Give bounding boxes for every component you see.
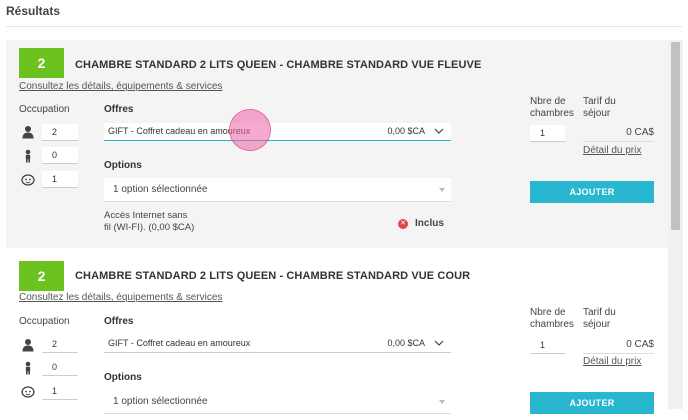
infant-icon (21, 386, 35, 398)
options-label: Options (104, 160, 142, 171)
rooms-count-label-line-2: chambres (530, 319, 574, 330)
offers-label: Offres (104, 104, 134, 115)
rate-label-line-1: Tarif du (583, 307, 616, 318)
included-label: Inclus (415, 218, 444, 229)
rooms-count-label-line-1: Nbre de (530, 96, 566, 107)
offer-select-price: 0,00 $CA (387, 126, 425, 136)
children-input[interactable] (42, 359, 78, 376)
adult-icon (22, 339, 34, 352)
room-details-link[interactable]: Consultez les détails, équipements & ser… (19, 81, 222, 92)
add-button[interactable]: AJOUTER (530, 181, 654, 203)
adults-input[interactable] (42, 124, 78, 141)
rooms-count-label: Nbre de chambres (530, 307, 574, 331)
room-card-2: 2 CHAMBRE STANDARD 2 LITS QUEEN - CHAMBR… (6, 250, 668, 420)
price-detail-link[interactable]: Détail du prix (583, 145, 641, 156)
chevron-down-icon (434, 340, 444, 346)
title-divider (6, 26, 682, 27)
rooms-count-label: Nbre de chambres (530, 96, 574, 120)
occupancy-label: Occupation (19, 316, 70, 327)
scrollbar-thumb[interactable] (671, 42, 680, 230)
child-icon (25, 361, 31, 375)
options-select-value: 1 option sélectionnée (113, 184, 208, 195)
page-title: Résultats (6, 4, 61, 18)
room-title: CHAMBRE STANDARD 2 LITS QUEEN - CHAMBRE … (75, 270, 471, 282)
adult-icon (22, 126, 34, 139)
adults-input[interactable] (42, 336, 78, 353)
rate-label: Tarif du séjour (583, 96, 616, 120)
room-count-badge: 2 (19, 48, 64, 78)
internet-option-line-1: Accès Internet sans (104, 210, 188, 221)
offer-select[interactable]: GIFT - Coffret cadeau en amoureux 0,00 $… (104, 335, 451, 353)
options-label: Options (104, 372, 142, 383)
options-select-value: 1 option sélectionnée (113, 396, 208, 407)
offer-select-price: 0,00 $CA (387, 338, 425, 348)
room-card-1: 2 CHAMBRE STANDARD 2 LITS QUEEN - CHAMBR… (6, 40, 668, 248)
occupancy-label: Occupation (19, 104, 70, 115)
rate-label-line-2: séjour (583, 319, 611, 330)
caret-down-icon (439, 188, 445, 192)
rate-label-line-2: séjour (583, 108, 611, 119)
price-detail-link[interactable]: Détail du prix (583, 356, 641, 367)
cursor-highlight (229, 109, 271, 151)
add-button[interactable]: AJOUTER (530, 392, 654, 414)
child-icon (25, 149, 31, 163)
options-select[interactable]: 1 option sélectionnée (104, 178, 451, 202)
chevron-down-icon (434, 128, 444, 134)
offer-select-value: GIFT - Coffret cadeau en amoureux (108, 338, 251, 348)
infant-icon (21, 174, 35, 186)
vertical-scrollbar[interactable] (668, 40, 683, 409)
options-select[interactable]: 1 option sélectionnée (104, 390, 451, 414)
close-circle-icon[interactable]: ✕ (398, 219, 408, 229)
infants-input[interactable] (42, 383, 78, 400)
rate-label: Tarif du séjour (583, 307, 616, 331)
room-count-badge: 2 (19, 261, 64, 291)
offers-label: Offres (104, 316, 134, 327)
rooms-count-label-line-2: chambres (530, 108, 574, 119)
rooms-count-label-line-1: Nbre de (530, 307, 566, 318)
children-input[interactable] (42, 147, 78, 164)
rate-label-line-1: Tarif du (583, 96, 616, 107)
room-title: CHAMBRE STANDARD 2 LITS QUEEN - CHAMBRE … (75, 59, 482, 71)
stay-rate-value: 0 CA$ (583, 339, 654, 354)
internet-option-text: Accès Internet sans fil (WI-FI). (0,00 $… (104, 210, 244, 234)
rooms-count-input[interactable] (530, 125, 565, 142)
infants-input[interactable] (42, 171, 78, 188)
room-details-link[interactable]: Consultez les détails, équipements & ser… (19, 292, 222, 303)
stay-rate-value: 0 CA$ (583, 127, 654, 142)
caret-down-icon (439, 400, 445, 404)
rooms-count-input[interactable] (530, 337, 565, 354)
offer-select[interactable]: GIFT - Coffret cadeau en amoureux 0,00 $… (104, 123, 451, 141)
internet-option-line-2: fil (WI-FI). (0,00 $CA) (104, 222, 195, 233)
